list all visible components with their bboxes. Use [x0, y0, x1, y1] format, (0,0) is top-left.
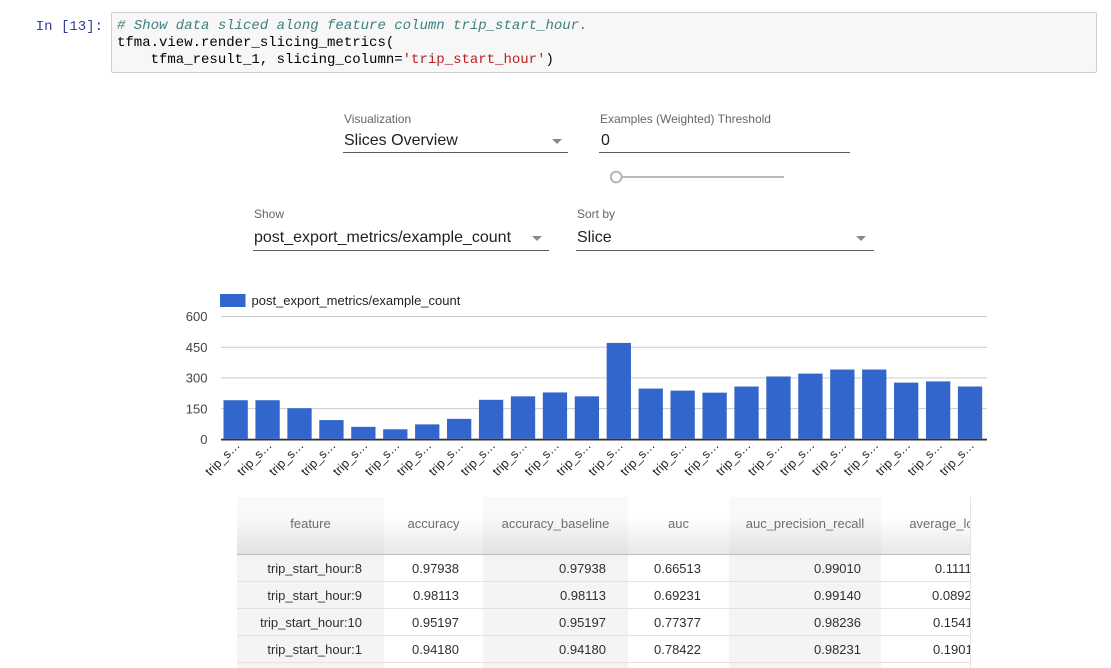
svg-text:trip_s…: trip_s… [298, 438, 338, 478]
svg-text:trip_s…: trip_s… [713, 438, 753, 478]
svg-text:trip_s…: trip_s… [362, 438, 402, 478]
svg-text:post_export_metrics/example_co: post_export_metrics/example_count [252, 293, 461, 308]
svg-text:trip_s…: trip_s… [554, 438, 594, 478]
svg-text:trip_s…: trip_s… [809, 438, 849, 478]
svg-text:trip_s…: trip_s… [873, 438, 913, 478]
svg-text:trip_s…: trip_s… [586, 438, 626, 478]
svg-text:trip_s…: trip_s… [458, 438, 498, 478]
svg-text:trip_s…: trip_s… [394, 438, 434, 478]
svg-text:trip_s…: trip_s… [745, 438, 785, 478]
svg-text:300: 300 [186, 371, 208, 386]
svg-text:trip_s…: trip_s… [234, 438, 274, 478]
svg-text:trip_s…: trip_s… [649, 438, 689, 478]
svg-text:trip_s…: trip_s… [937, 438, 977, 478]
svg-text:trip_s…: trip_s… [426, 438, 466, 478]
svg-text:0: 0 [200, 432, 207, 447]
svg-text:trip_s…: trip_s… [522, 438, 562, 478]
svg-text:trip_s…: trip_s… [841, 438, 881, 478]
svg-text:trip_s…: trip_s… [618, 438, 658, 478]
svg-text:trip_s…: trip_s… [202, 438, 242, 478]
svg-text:150: 150 [186, 401, 208, 416]
svg-text:450: 450 [186, 340, 208, 355]
svg-text:600: 600 [186, 309, 208, 324]
svg-text:trip_s…: trip_s… [490, 438, 530, 478]
svg-text:trip_s…: trip_s… [777, 438, 817, 478]
svg-text:trip_s…: trip_s… [905, 438, 945, 478]
svg-text:trip_s…: trip_s… [681, 438, 721, 478]
svg-text:trip_s…: trip_s… [330, 438, 370, 478]
svg-text:trip_s…: trip_s… [266, 438, 306, 478]
